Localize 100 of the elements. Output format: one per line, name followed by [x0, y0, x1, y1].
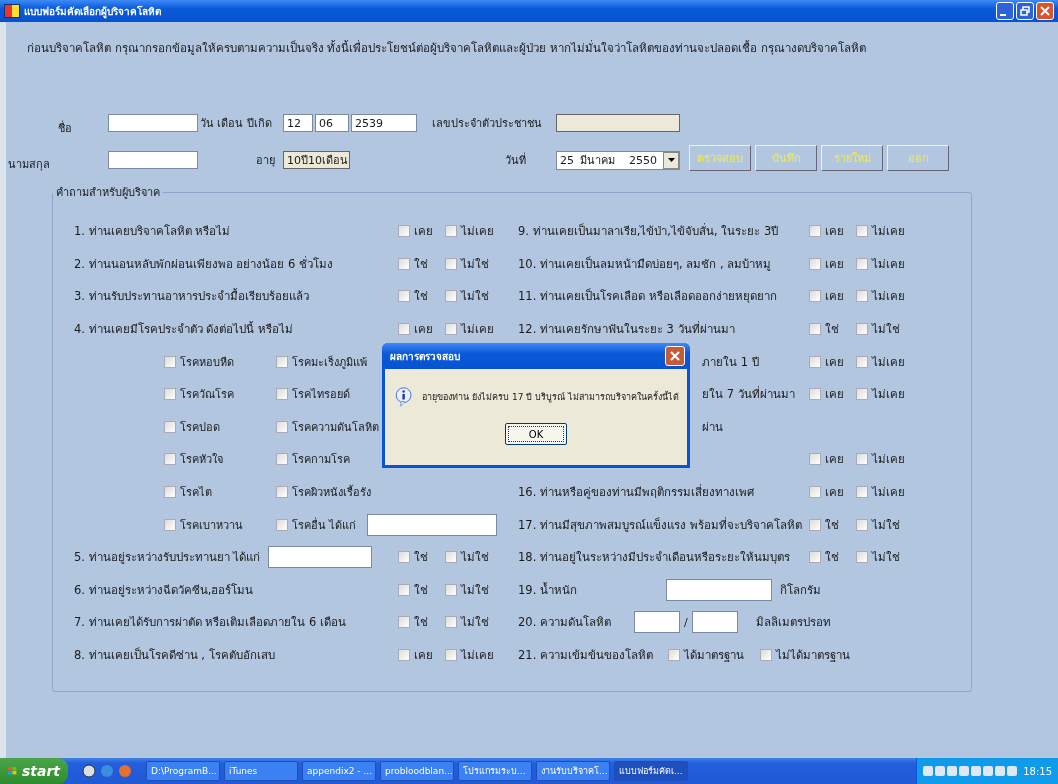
date-picker[interactable]: 25 มีนาคม 2550: [556, 150, 680, 170]
taskbar-button[interactable]: appendix2 - ...: [302, 761, 376, 781]
minimize-button[interactable]: [996, 2, 1014, 20]
systolic-field[interactable]: [634, 611, 680, 634]
checkbox[interactable]: [164, 420, 176, 433]
checkbox[interactable]: [856, 486, 868, 499]
ok-button[interactable]: OK: [505, 423, 567, 445]
close-button[interactable]: [665, 346, 685, 366]
birth-day-field[interactable]: 12: [283, 114, 313, 132]
other-disease-field[interactable]: [366, 513, 497, 536]
checkbox[interactable]: [398, 583, 410, 596]
checkbox-label: ไม่เคย: [872, 484, 905, 502]
checkbox[interactable]: [668, 649, 680, 661]
checkbox[interactable]: [856, 290, 868, 303]
checkbox[interactable]: [398, 649, 410, 661]
checkbox[interactable]: [809, 551, 821, 564]
restore-button[interactable]: [1016, 2, 1034, 20]
birth-year-field[interactable]: 2539: [351, 114, 417, 132]
checkbox[interactable]: [809, 225, 821, 238]
checkbox[interactable]: [445, 583, 457, 596]
taskbar-button[interactable]: probloodblan...: [380, 761, 454, 781]
question-text: 2. ท่านนอนหลับพักผ่อนเพียงพอ อย่างน้อย 6 ชั่วโมง: [74, 255, 333, 273]
checkbox[interactable]: [398, 616, 410, 629]
last-name-field[interactable]: [108, 151, 198, 169]
dialog-message: อายุของท่าน ยังไม่ครบ 17 ปี บริบูรณ์ ไม่สามารถบริจาคในครั้งนี้ได้: [422, 390, 679, 404]
checkbox[interactable]: [856, 225, 868, 238]
checkbox[interactable]: [856, 551, 868, 564]
taskbar-button[interactable]: D:\ProgramB...: [146, 761, 220, 781]
weight-field[interactable]: [666, 578, 772, 601]
checkbox[interactable]: [809, 388, 821, 401]
checkbox[interactable]: [398, 225, 410, 238]
taskbar-button[interactable]: iTunes: [224, 761, 298, 781]
checkbox-label: ไม่ได้มาตรฐาน: [776, 647, 850, 664]
question-text: 11. ท่านเคยเป็นโรคเลือด หรือเลือดออกง่ายหยุดยาก: [518, 289, 777, 304]
tray-icon[interactable]: [1007, 766, 1018, 776]
checkbox[interactable]: [164, 388, 176, 401]
checkbox[interactable]: [276, 388, 288, 401]
checkbox[interactable]: [164, 355, 176, 368]
checkbox-label: ใช่: [414, 581, 428, 599]
checkbox[interactable]: [809, 257, 821, 270]
checkbox[interactable]: [276, 453, 288, 466]
checkbox[interactable]: [445, 257, 457, 270]
checkbox[interactable]: [760, 649, 772, 661]
checkbox-label: เคย: [825, 223, 844, 241]
checkbox[interactable]: [809, 486, 821, 499]
question-text: 10. ท่านเคยเป็นลมหน้ามืดบ่อยๆ, ลมชัก , ลมบ้าหมู: [518, 256, 772, 271]
checkbox-label: โรคเบาหวาน: [180, 517, 243, 534]
checkbox[interactable]: [809, 453, 821, 466]
checkbox[interactable]: [445, 225, 457, 238]
id-number-label: เลขประจำตัวประชาชน: [431, 116, 543, 132]
checkbox[interactable]: [445, 649, 457, 661]
taskbar-button[interactable]: โปรแกรมระบ...: [458, 761, 532, 781]
checkbox[interactable]: [856, 453, 868, 466]
checkbox[interactable]: [445, 290, 457, 303]
checkbox-label: ได้มาตรฐาน: [684, 647, 744, 664]
checkbox[interactable]: [856, 355, 868, 368]
checkbox[interactable]: [856, 323, 868, 336]
checkbox[interactable]: [164, 486, 176, 499]
taskbar-button[interactable]: งานรับบริจาคโ...: [536, 761, 610, 781]
checkbox[interactable]: [276, 518, 288, 531]
checkbox[interactable]: [809, 290, 821, 303]
checkbox[interactable]: [856, 388, 868, 401]
checkbox[interactable]: [398, 551, 410, 564]
tray-icon[interactable]: [935, 766, 946, 776]
tray-icon[interactable]: [971, 766, 982, 776]
checkbox[interactable]: [445, 551, 457, 564]
medicine-field[interactable]: [268, 546, 373, 569]
checkbox[interactable]: [398, 290, 410, 303]
birth-month-field[interactable]: 06: [315, 114, 349, 132]
checkbox[interactable]: [276, 420, 288, 433]
clock: 18:15: [1023, 765, 1052, 777]
tray-icon[interactable]: [947, 766, 958, 776]
tray-icon[interactable]: [983, 766, 994, 776]
tray-icon[interactable]: [923, 766, 934, 776]
first-name-field[interactable]: [108, 114, 198, 132]
checkbox[interactable]: [856, 518, 868, 531]
checkbox[interactable]: [445, 323, 457, 336]
checkbox[interactable]: [809, 355, 821, 368]
quicklaunch-icon[interactable]: [82, 764, 96, 778]
checkbox[interactable]: [398, 257, 410, 270]
close-button[interactable]: [1036, 2, 1054, 20]
checkbox[interactable]: [164, 453, 176, 466]
checkbox[interactable]: [856, 257, 868, 270]
checkbox[interactable]: [164, 518, 176, 531]
checkbox[interactable]: [276, 486, 288, 499]
window-title: แบบฟอร์มคัดเลือกผู้บริจาคโลหิต: [24, 4, 162, 19]
id-number-field[interactable]: [556, 114, 680, 132]
diastolic-field[interactable]: [691, 611, 738, 634]
start-button[interactable]: start: [0, 758, 68, 784]
checkbox[interactable]: [809, 518, 821, 531]
tray-icon[interactable]: [995, 766, 1006, 776]
taskbar-button[interactable]: แบบฟอร์มคัดเ...: [614, 761, 688, 781]
tray-icon[interactable]: [959, 766, 970, 776]
checkbox-label: ไม่ใช่: [461, 288, 489, 306]
app-icon: [4, 4, 20, 18]
checkbox[interactable]: [398, 323, 410, 336]
checkbox[interactable]: [809, 323, 821, 336]
checkbox[interactable]: [276, 355, 288, 368]
checkbox-label: ไม่ใช่: [461, 581, 489, 599]
checkbox[interactable]: [445, 616, 457, 629]
